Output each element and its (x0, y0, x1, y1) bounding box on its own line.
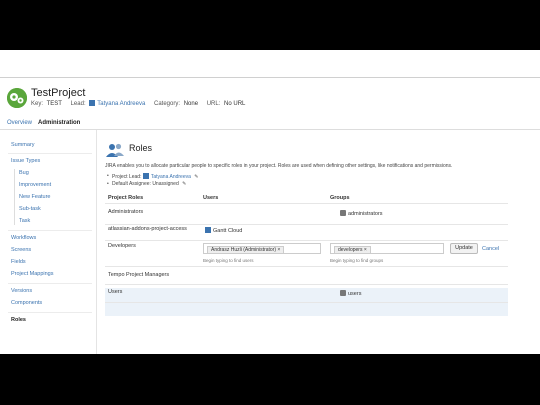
row-divider (105, 240, 508, 241)
tab-administration[interactable]: Administration (38, 120, 80, 126)
project-lead-label: Project Lead: (112, 174, 142, 180)
column-header-users: Users (203, 195, 219, 201)
tab-overview[interactable]: Overview (7, 120, 32, 126)
user-icon (205, 227, 211, 233)
key-label: Key: (31, 101, 44, 107)
sidebar-item-fields[interactable]: Fields (11, 259, 26, 265)
default-assignee-value: Unassigned (152, 181, 179, 187)
project-title: TestProject (31, 87, 86, 99)
page-title: Roles (129, 143, 153, 153)
row-divider (105, 284, 508, 285)
roles-people-icon (106, 143, 124, 157)
url-label: URL: (206, 101, 221, 107)
user-name: Gantt Cloud (213, 228, 243, 234)
group-name: administrators (348, 211, 383, 217)
sidebar-divider (8, 283, 92, 284)
sidebar-item-workflows[interactable]: Workflows (11, 235, 36, 241)
default-assignee-row: Default Assignee: Unassigned ✎ (107, 181, 186, 187)
sidebar-item-new-feature[interactable]: New Feature (19, 194, 51, 200)
remove-chip-icon[interactable]: × (277, 247, 280, 253)
remove-chip-icon[interactable]: × (364, 247, 367, 253)
project-lead-value[interactable]: Tatyana Andreeva (151, 174, 191, 180)
user-chip[interactable]: Andrasz Huzli (Administrator) × (207, 246, 285, 254)
sidebar-item-summary[interactable]: Summary (11, 142, 35, 148)
issue-types-tree-line (14, 169, 15, 225)
role-name: Developers (108, 243, 136, 249)
project-meta: Key: TEST Lead: Tatyana Andreeva Categor… (31, 100, 247, 107)
table-header-divider (105, 203, 508, 204)
cancel-link[interactable]: Cancel (482, 246, 499, 252)
group-icon (340, 210, 346, 216)
role-name: Users (108, 289, 123, 295)
sidebar-item-versions[interactable]: Versions (11, 288, 32, 294)
column-header-project-roles: Project Roles (108, 195, 144, 201)
project-lead-row: Project Lead: Tatyana Andreeva ✎ (107, 173, 198, 180)
sidebar-item-task[interactable]: Task (19, 218, 30, 224)
category-label: Category: (154, 101, 181, 107)
group-chip[interactable]: developers × (334, 246, 371, 254)
header-divider (0, 77, 540, 78)
column-header-groups: Groups (330, 195, 350, 201)
user-entry: Gantt Cloud (205, 227, 242, 234)
sidebar-item-sub-task[interactable]: Sub-task (19, 206, 41, 212)
project-category: None (183, 101, 199, 107)
role-name: Tempo Project Managers (108, 272, 170, 278)
jira-project-admin-screen: TestProject Key: TEST Lead: Tatyana Andr… (0, 50, 540, 354)
user-icon (89, 100, 96, 106)
sidebar-item-improvement[interactable]: Improvement (19, 182, 51, 188)
group-name: users (348, 291, 362, 297)
project-url: No URL (224, 101, 246, 107)
update-button[interactable]: Update (450, 243, 478, 254)
user-chip-label: Andrasz Huzli (Administrator) (211, 247, 277, 253)
lead-label: Lead: (70, 101, 86, 107)
edit-pencil-icon[interactable]: ✎ (194, 174, 198, 180)
sidebar-item-components[interactable]: Components (11, 300, 42, 306)
row-divider (105, 302, 508, 303)
sidebar-item-issue-types[interactable]: Issue Types (11, 158, 40, 164)
user-icon (142, 173, 149, 179)
default-assignee-label: Default Assignee: (112, 181, 151, 187)
group-icon (340, 290, 346, 296)
sidebar-item-bug[interactable]: Bug (19, 170, 29, 176)
project-avatar[interactable] (7, 88, 27, 108)
role-name: Administrators (108, 209, 144, 215)
project-lead-link[interactable]: Tatyana Andreeva (97, 101, 145, 107)
row-divider (105, 224, 508, 225)
row-divider (105, 266, 508, 267)
gears-icon (7, 88, 27, 108)
group-chip-label: developers (338, 247, 363, 253)
users-picker-input[interactable]: Andrasz Huzli (Administrator) × (203, 243, 321, 254)
sidebar-item-screens[interactable]: Screens (11, 247, 31, 253)
sidebar-divider (8, 153, 92, 154)
users-hint: Begin typing to find users (203, 258, 254, 263)
group-entry: users (340, 290, 361, 297)
project-key: TEST (46, 101, 62, 107)
role-name: atlassian-addons-project-access (108, 226, 187, 232)
groups-picker-input[interactable]: developers × (330, 243, 444, 254)
edit-pencil-icon[interactable]: ✎ (182, 181, 186, 187)
sidebar-item-roles[interactable]: Roles (11, 317, 26, 323)
groups-hint: Begin typing to find groups (330, 258, 384, 263)
sidebar-divider (8, 312, 92, 313)
group-entry: administrators (340, 210, 383, 217)
sidebar-item-project-mappings[interactable]: Project Mappings (11, 271, 54, 277)
sidebar-divider (8, 230, 92, 231)
roles-intro: JIRA enables you to allocate particular … (105, 163, 453, 169)
